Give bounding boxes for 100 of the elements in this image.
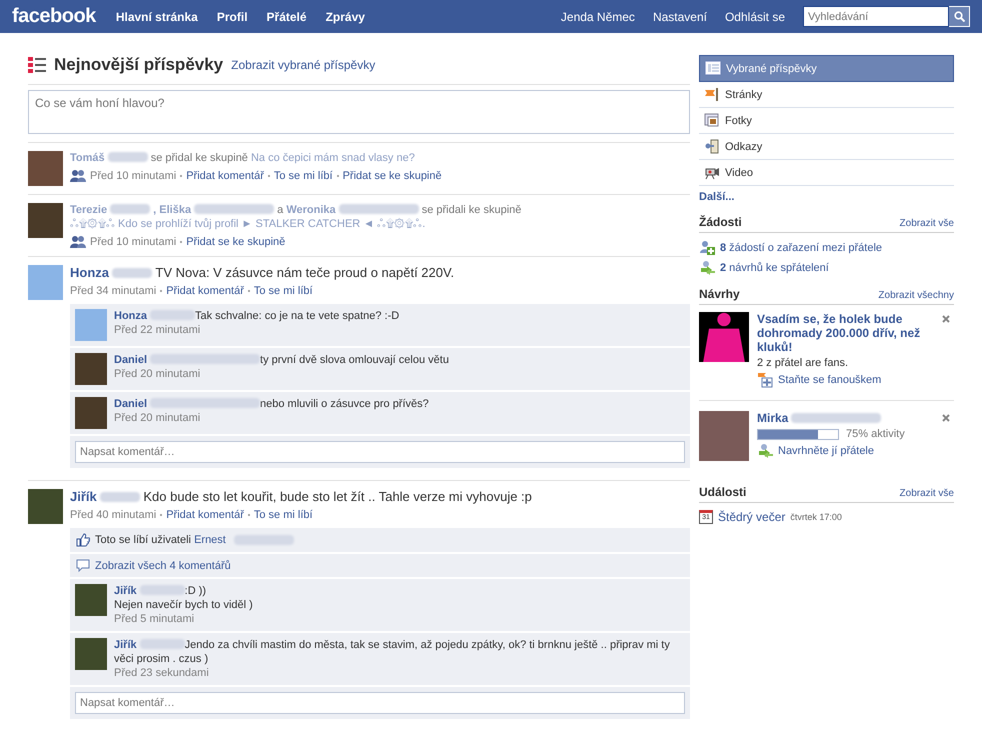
author-link[interactable]: Daniel [114,398,148,410]
timestamp: Před 22 minutami [114,323,202,337]
search-icon [954,11,964,22]
comment-text: Jiřík Jendo za chvíli mastim do města, tak se stavim, až pojedu zpátky, ok? ti brnknu ještě .. připrav mi ty věci prosim . czus ) [114,638,671,666]
list-icon [705,61,721,76]
person-name-link[interactable]: Mirka [757,411,788,425]
link-icon [704,139,720,154]
event-time: čtvrtek 17:00 [790,512,842,522]
user-link[interactable]: Ernest [194,534,226,546]
author-link[interactable]: Daniel [114,354,148,366]
comment-text: Honza Tak schvalne: co je na te vete spatne? :-D [114,309,400,323]
user-link[interactable]: Jenda Němec [560,10,635,24]
suggest-friends-link[interactable]: Navrhněte jí přátele [757,443,934,458]
timestamp: Před 23 sekundami [114,666,210,680]
author-link[interactable]: Jiřík [70,489,97,504]
feed-title: Nejnovější příspěvky [54,55,224,75]
nav-link[interactable]: Zprávy [326,10,365,24]
filter-item[interactable]: Fotky [699,108,954,134]
comment-text: Daniel ty první dvě slova omlouvají celou větu [114,353,450,367]
filter-item[interactable]: Odkazy [699,134,954,160]
post-text: Jiřík Kdo bude sto let kouřit, bude sto let žít .. Tahle verze mi vyhovuje :p [70,489,533,505]
blurred-name [112,268,152,278]
avatar-photo [75,584,107,616]
section-title: Žádosti [699,215,742,229]
comment-text: Daniel nebo mluvili o zásuvce pro přívěs? [114,397,430,411]
group-icon [70,169,86,182]
section-title: Události [699,485,746,499]
page-title-link[interactable]: Vsadím se, že holek bude dohromady 200.000 dřív, než kluků! [757,312,934,354]
status-field[interactable]: Co se vám honí hlavou? [28,90,690,134]
facebook-logo[interactable]: facebook [12,5,96,28]
timestamp: Před 10 minutami [90,236,176,248]
filter-item[interactable]: Video [699,160,954,186]
nav-link[interactable]: Hlavní stránka [116,10,198,24]
nav-link[interactable]: Profil [216,10,248,24]
fan-link[interactable]: Staňte se fanouškem [757,372,934,388]
author-link[interactable]: Jiřík [114,639,137,651]
comment-field[interactable]: Napsat komentář… [75,441,685,463]
blurred-name [234,535,294,545]
story-text: Tomáš se přidal ke skupině Na co čepici mám snad vlasy ne? [70,151,416,165]
request-link[interactable]: 8 žádostí o zařazení mezi přátele [699,240,954,255]
see-all-link[interactable]: Zobrazit vše [900,218,954,229]
group-icon [70,235,86,248]
comment-text: Jiřík :D )) Nejen navečír bych to viděl ) [114,584,254,612]
filter-item[interactable]: Vybrané příspěvky [699,55,954,82]
photo-icon [704,113,720,128]
add-friend-icon [699,240,715,255]
flag-plus-icon [757,372,773,388]
avatar-photo [28,489,63,524]
blurred-name [150,310,195,320]
action-link[interactable]: Přidat komentář [166,509,244,521]
avatar-photo [28,265,63,300]
close-icon [942,414,950,422]
user-link[interactable]: Odhlásit se [724,10,785,24]
action-link[interactable]: Přidat se ke skupině [342,170,442,182]
blurred-name [140,585,185,595]
nav-link[interactable]: Přátelé [266,10,307,24]
see-all-link[interactable]: Zobrazit všechny [878,290,954,301]
see-all-link[interactable]: Zobrazit vše [900,488,954,499]
blurred-name [140,639,185,649]
close-button[interactable] [942,414,950,422]
filter-link[interactable]: Zobrazit vybrané příspěvky [231,58,376,72]
timestamp: Před 10 minutami [90,170,176,182]
section-title: Návrhy [699,287,740,301]
author-link[interactable]: Jiřík [114,585,137,597]
avatar-photo [75,397,107,429]
author-link[interactable]: Honza [114,310,147,322]
search-field[interactable]: Vyhledávání [803,6,949,27]
avatar-photo [28,203,63,238]
blurred-name [100,492,140,502]
user-link[interactable]: Nastavení [652,10,707,24]
avatar-photo [75,638,107,670]
search-button[interactable] [949,6,970,27]
thumbs-up-icon [76,533,90,547]
filter-item[interactable]: Stránky [699,82,954,108]
timestamp: Před 5 minutami [114,612,196,626]
action-link[interactable]: To se mi líbí [254,509,313,521]
comment-field[interactable]: Napsat komentář… [75,692,685,714]
timestamp: Před 20 minutami [114,411,202,425]
activity-reading: 75% aktivity [846,428,905,440]
event-link[interactable]: Štědrý večer [718,510,786,524]
action-link[interactable]: Přidat komentář [166,285,244,297]
list-icon [28,56,46,74]
fans-text: 2 z přátel are fans. [757,357,850,369]
more-link[interactable]: Další... [699,186,954,203]
timestamp: Před 34 minutami [70,285,156,297]
page-picture [699,312,749,362]
request-link[interactable]: 2 návrhů ke spřátelení [699,260,954,275]
author-link[interactable]: Honza [70,265,109,280]
close-button[interactable] [942,315,950,323]
flag-icon [704,87,720,102]
avatar-photo [75,353,107,385]
action-link[interactable]: Přidat komentář [186,170,264,182]
action-link[interactable]: Přidat se ke skupině [186,236,286,248]
action-link[interactable]: To se mi líbí [254,285,313,297]
like-text: Toto se líbí uživateli Ernest [95,534,226,546]
blurred-name [108,152,148,162]
speech-bubble-icon [76,559,90,572]
action-link[interactable]: To se mi líbí [274,170,333,182]
post-text: Honza TV Nova: V zásuvce nám teče proud o napětí 220V. [70,265,456,281]
show-comments-link[interactable]: Zobrazit všech 4 komentářů [95,560,231,572]
